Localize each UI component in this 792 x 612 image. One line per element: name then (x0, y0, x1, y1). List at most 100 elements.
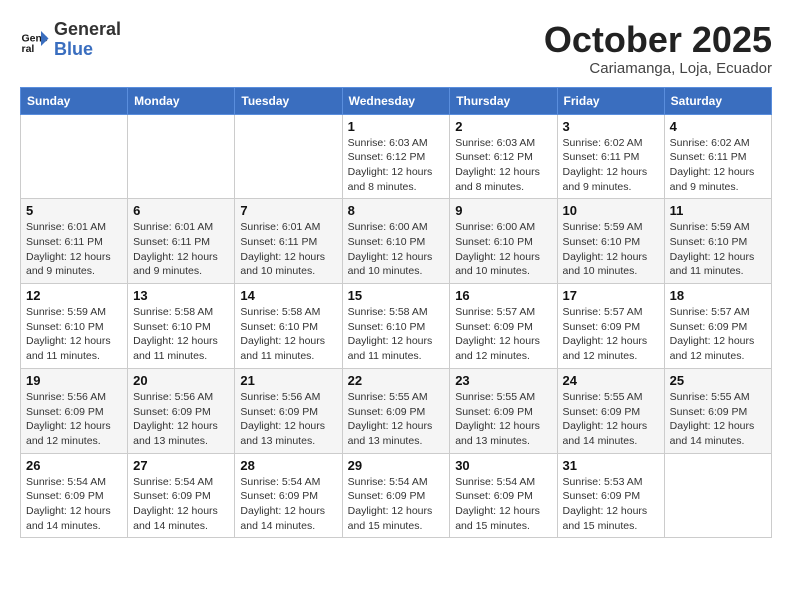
day-info: Sunrise: 5:54 AM Sunset: 6:09 PM Dayligh… (133, 475, 229, 534)
day-number: 22 (348, 373, 445, 388)
page-header: Gene ral General Blue October 2025 Caria… (20, 20, 772, 77)
day-number: 8 (348, 203, 445, 218)
svg-text:ral: ral (22, 43, 35, 55)
day-number: 7 (240, 203, 336, 218)
day-number: 10 (563, 203, 659, 218)
calendar-cell: 18 Sunrise: 5:57 AM Sunset: 6:09 PM Dayli… (664, 284, 771, 369)
day-info: Sunrise: 5:58 AM Sunset: 6:10 PM Dayligh… (133, 305, 229, 364)
weekday-header: Tuesday (235, 87, 342, 114)
calendar-cell: 2 Sunrise: 6:03 AM Sunset: 6:12 PM Daylig… (450, 114, 557, 199)
calendar-cell: 12Sunrise: 5:59 AM Sunset: 6:10 PM Dayli… (21, 284, 128, 369)
calendar-cell: 26Sunrise: 5:54 AM Sunset: 6:09 PM Dayli… (21, 453, 128, 538)
day-number: 2 (455, 119, 551, 134)
day-number: 30 (455, 458, 551, 473)
calendar-cell: 29Sunrise: 5:54 AM Sunset: 6:09 PM Dayli… (342, 453, 450, 538)
day-number: 17 (563, 288, 659, 303)
day-info: Sunrise: 6:00 AM Sunset: 6:10 PM Dayligh… (348, 220, 445, 279)
calendar-cell (21, 114, 128, 199)
day-info: Sunrise: 6:02 AM Sunset: 6:11 PM Dayligh… (563, 136, 659, 195)
day-number: 16 (455, 288, 551, 303)
day-info: Sunrise: 5:59 AM Sunset: 6:10 PM Dayligh… (563, 220, 659, 279)
day-number: 19 (26, 373, 122, 388)
calendar-cell: 30 Sunrise: 5:54 AM Sunset: 6:09 PM Dayli… (450, 453, 557, 538)
day-info: Sunrise: 6:01 AM Sunset: 6:11 PM Dayligh… (240, 220, 336, 279)
weekday-header: Saturday (664, 87, 771, 114)
day-info: Sunrise: 5:59 AM Sunset: 6:10 PM Dayligh… (26, 305, 122, 364)
day-number: 18 (670, 288, 766, 303)
calendar-cell: 15Sunrise: 5:58 AM Sunset: 6:10 PM Dayli… (342, 284, 450, 369)
weekday-header: Wednesday (342, 87, 450, 114)
weekday-header: Friday (557, 87, 664, 114)
calendar-cell: 8 Sunrise: 6:00 AM Sunset: 6:10 PM Daylig… (342, 199, 450, 284)
month-title: October 2025 (544, 20, 772, 60)
day-info: Sunrise: 5:57 AM Sunset: 6:09 PM Dayligh… (455, 305, 551, 364)
calendar-cell: 9Sunrise: 6:00 AM Sunset: 6:10 PM Daylig… (450, 199, 557, 284)
day-info: Sunrise: 6:01 AM Sunset: 6:11 PM Dayligh… (26, 220, 122, 279)
day-info: Sunrise: 5:53 AM Sunset: 6:09 PM Dayligh… (563, 475, 659, 534)
calendar-cell: 16 Sunrise: 5:57 AM Sunset: 6:09 PM Dayli… (450, 284, 557, 369)
day-number: 15 (348, 288, 445, 303)
day-info: Sunrise: 5:55 AM Sunset: 6:09 PM Dayligh… (563, 390, 659, 449)
location-subtitle: Cariamanga, Loja, Ecuador (544, 60, 772, 77)
day-info: Sunrise: 5:54 AM Sunset: 6:09 PM Dayligh… (455, 475, 551, 534)
calendar-week-row: 12Sunrise: 5:59 AM Sunset: 6:10 PM Dayli… (21, 284, 772, 369)
calendar-cell: 7 Sunrise: 6:01 AM Sunset: 6:11 PM Daylig… (235, 199, 342, 284)
day-info: Sunrise: 5:56 AM Sunset: 6:09 PM Dayligh… (26, 390, 122, 449)
calendar-cell: 10 Sunrise: 5:59 AM Sunset: 6:10 PM Dayli… (557, 199, 664, 284)
calendar-cell: 21 Sunrise: 5:56 AM Sunset: 6:09 PM Dayli… (235, 368, 342, 453)
calendar-week-row: 26 Sunrise: 5:54 AM Sunset: 6:09 PM Dayli… (21, 453, 772, 538)
calendar-cell: 5 Sunrise: 6:01 AM Sunset: 6:11 PM Daylig… (21, 199, 128, 284)
day-info: Sunrise: 6:01 AM Sunset: 6:11 PM Dayligh… (133, 220, 229, 279)
calendar-cell (128, 114, 235, 199)
calendar-cell: 20Sunrise: 5:56 AM Sunset: 6:09 PM Dayli… (128, 368, 235, 453)
day-number: 13 (133, 288, 229, 303)
logo-line2: Blue (54, 40, 121, 60)
day-number: 27 (133, 458, 229, 473)
calendar-cell (664, 453, 771, 538)
day-number: 5 (26, 203, 122, 218)
calendar-cell: 31 Sunrise: 5:53 AM Sunset: 6:09 PM Dayli… (557, 453, 664, 538)
day-number: 28 (240, 458, 336, 473)
day-info: Sunrise: 6:03 AM Sunset: 6:12 PM Dayligh… (348, 136, 445, 195)
day-info: Sunrise: 5:55 AM Sunset: 6:09 PM Dayligh… (348, 390, 445, 449)
day-info: Sunrise: 5:56 AM Sunset: 6:09 PM Dayligh… (240, 390, 336, 449)
day-info: Sunrise: 5:55 AM Sunset: 6:09 PM Dayligh… (455, 390, 551, 449)
day-info: Sunrise: 5:57 AM Sunset: 6:09 PM Dayligh… (563, 305, 659, 364)
day-number: 24 (563, 373, 659, 388)
day-number: 6 (133, 203, 229, 218)
day-number: 31 (563, 458, 659, 473)
day-number: 23 (455, 373, 551, 388)
day-number: 1 (348, 119, 445, 134)
calendar-cell: 27 Sunrise: 5:54 AM Sunset: 6:09 PM Dayli… (128, 453, 235, 538)
calendar-cell: 28 Sunrise: 5:54 AM Sunset: 6:09 PM Dayli… (235, 453, 342, 538)
title-section: October 2025 Cariamanga, Loja, Ecuador (544, 20, 772, 77)
day-number: 4 (670, 119, 766, 134)
logo-line1: General (54, 20, 121, 40)
day-info: Sunrise: 5:54 AM Sunset: 6:09 PM Dayligh… (240, 475, 336, 534)
calendar-cell: 25 Sunrise: 5:55 AM Sunset: 6:09 PM Dayli… (664, 368, 771, 453)
day-number: 9 (455, 203, 551, 218)
calendar-cell: 1 Sunrise: 6:03 AM Sunset: 6:12 PM Daylig… (342, 114, 450, 199)
logo-icon: Gene ral (20, 25, 50, 55)
calendar-cell: 14Sunrise: 5:58 AM Sunset: 6:10 PM Dayli… (235, 284, 342, 369)
calendar-cell: 19 Sunrise: 5:56 AM Sunset: 6:09 PM Dayli… (21, 368, 128, 453)
calendar-cell: 6 Sunrise: 6:01 AM Sunset: 6:11 PM Daylig… (128, 199, 235, 284)
day-number: 26 (26, 458, 122, 473)
day-info: Sunrise: 5:57 AM Sunset: 6:09 PM Dayligh… (670, 305, 766, 364)
day-number: 3 (563, 119, 659, 134)
day-info: Sunrise: 6:03 AM Sunset: 6:12 PM Dayligh… (455, 136, 551, 195)
logo-text: General Blue (54, 20, 121, 60)
calendar-cell: 23 Sunrise: 5:55 AM Sunset: 6:09 PM Dayli… (450, 368, 557, 453)
calendar-week-row: 19 Sunrise: 5:56 AM Sunset: 6:09 PM Dayli… (21, 368, 772, 453)
calendar-week-row: 5 Sunrise: 6:01 AM Sunset: 6:11 PM Daylig… (21, 199, 772, 284)
calendar-cell: 17 Sunrise: 5:57 AM Sunset: 6:09 PM Dayli… (557, 284, 664, 369)
calendar-cell: 11Sunrise: 5:59 AM Sunset: 6:10 PM Dayli… (664, 199, 771, 284)
day-info: Sunrise: 5:59 AM Sunset: 6:10 PM Dayligh… (670, 220, 766, 279)
day-number: 25 (670, 373, 766, 388)
day-number: 20 (133, 373, 229, 388)
day-number: 21 (240, 373, 336, 388)
calendar-header-row: SundayMondayTuesdayWednesdayThursdayFrid… (21, 87, 772, 114)
day-info: Sunrise: 5:58 AM Sunset: 6:10 PM Dayligh… (240, 305, 336, 364)
calendar-cell: 3 Sunrise: 6:02 AM Sunset: 6:11 PM Daylig… (557, 114, 664, 199)
day-info: Sunrise: 5:55 AM Sunset: 6:09 PM Dayligh… (670, 390, 766, 449)
